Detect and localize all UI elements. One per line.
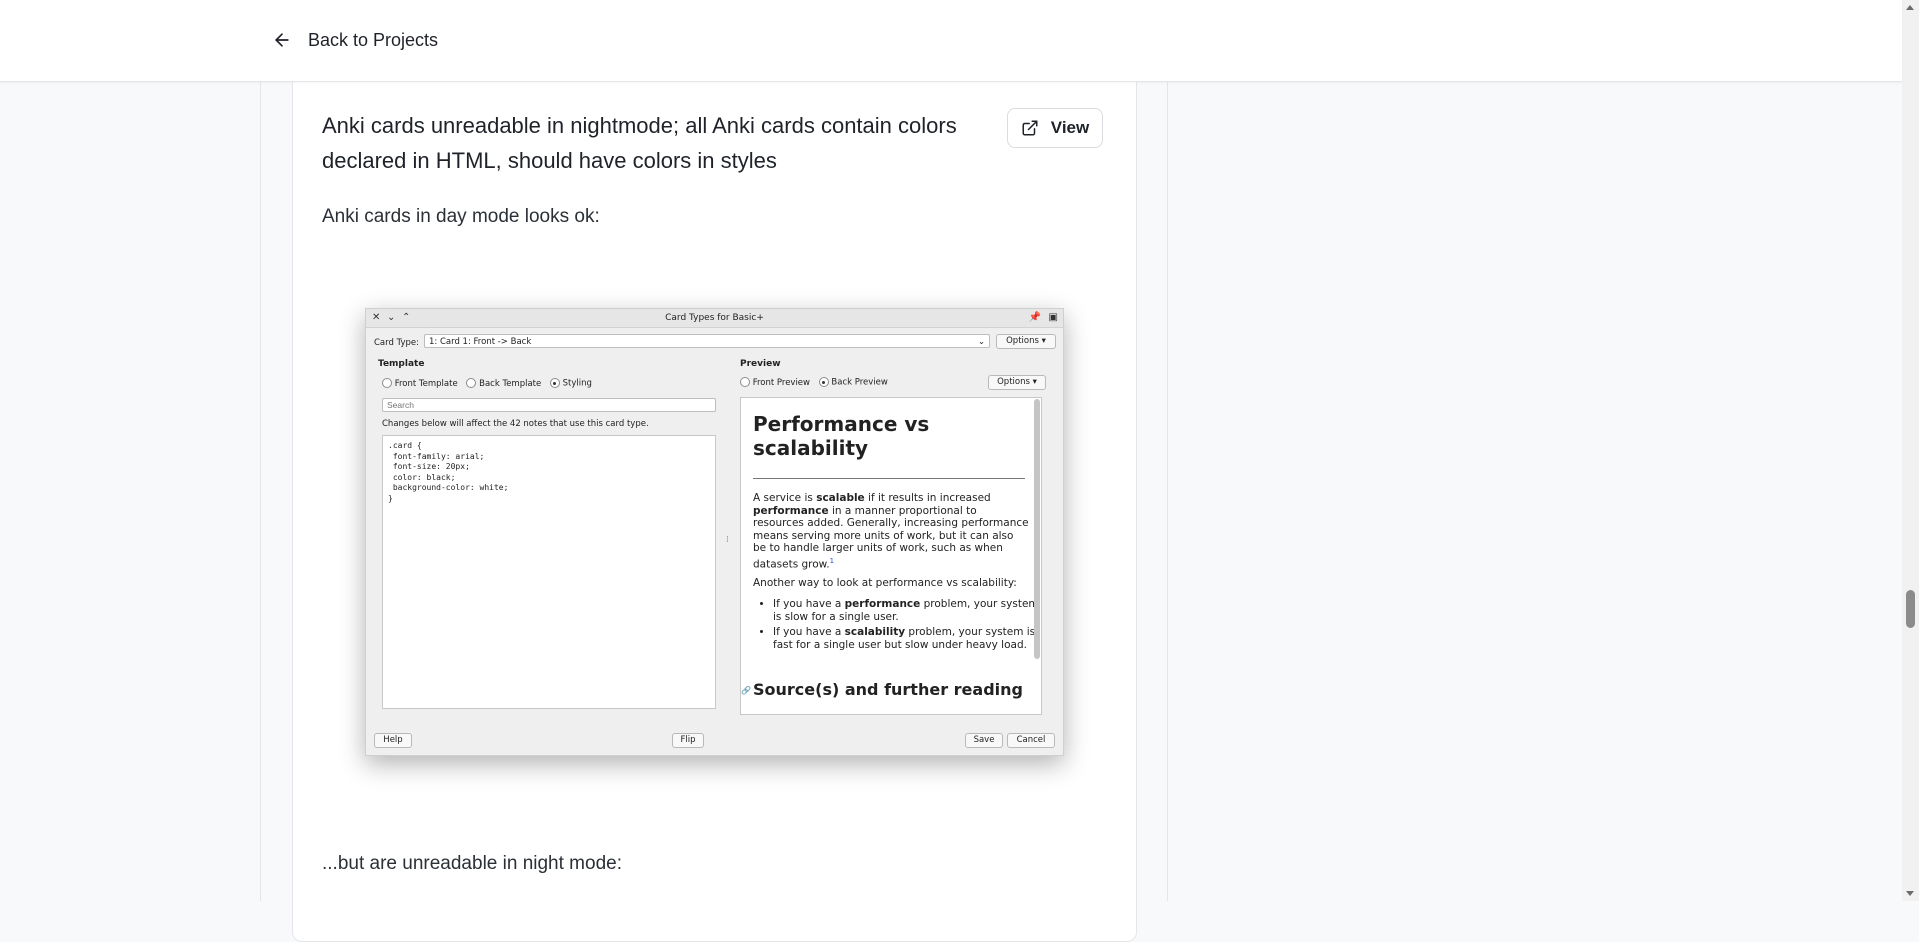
card-type-value: 1: Card 1: Front -> Back <box>429 337 532 347</box>
arrow-left-icon <box>275 33 289 47</box>
chevron-down-icon: ⌄ <box>977 337 985 347</box>
preview-paragraph-1: A service is scalable if it results in i… <box>753 492 1029 571</box>
window-title: Card Types for Basic+ <box>665 313 764 323</box>
scroll-down-icon[interactable] <box>1906 891 1914 896</box>
front-template-radio[interactable] <box>382 378 392 388</box>
css-editor[interactable]: .card { font-family: arial; font-size: 2… <box>382 435 716 709</box>
options-button-top[interactable]: Options ▾ <box>996 334 1056 349</box>
footnote-link[interactable]: 1 <box>830 557 834 565</box>
front-template-label: Front Template <box>394 378 458 389</box>
embedded-screenshot: ✕ ⌄ ⌃ Card Types for Basic+ 📌 ▣ Card Typ… <box>365 308 1064 756</box>
back-preview-label: Back Preview <box>831 377 888 388</box>
preview-heading: Preview <box>740 359 781 369</box>
flip-button[interactable]: Flip <box>672 733 704 748</box>
back-label: Back to Projects <box>308 29 439 50</box>
bold-text: performance <box>844 598 921 610</box>
changes-notice: Changes below will affect the 42 notes t… <box>382 419 649 429</box>
list-item: If you have a performance problem, your … <box>773 598 1041 623</box>
issue-title: Anki cards unreadable in nightmode; all … <box>322 113 957 173</box>
text: if it results in increased <box>864 492 991 504</box>
text: If you have a <box>773 626 845 638</box>
window-menu-icon: ▣ <box>1048 312 1058 323</box>
page-scrollbar[interactable] <box>1902 0 1919 901</box>
preview-heading-2: Source(s) and further reading <box>753 680 1023 699</box>
text: If you have a <box>773 598 845 610</box>
back-to-projects-button[interactable]: Back to Projects <box>272 22 438 58</box>
options-button-preview[interactable]: Options ▾ <box>988 375 1046 390</box>
scrollbar-thumb[interactable] <box>1906 590 1915 628</box>
link-icon: 🔗 <box>741 686 751 695</box>
front-preview-label: Front Preview <box>752 377 810 388</box>
bold-text: performance <box>753 504 829 517</box>
preview-paragraph-2: Another way to look at performance vs sc… <box>753 577 1017 589</box>
styling-label: Styling <box>562 378 592 389</box>
save-button[interactable]: Save <box>965 733 1003 748</box>
preview-title: Performance vs scalability <box>753 412 930 460</box>
preview-scrollbar[interactable] <box>1034 399 1040 659</box>
card-type-label: Card Type: <box>374 338 419 348</box>
view-label: View <box>1050 118 1090 137</box>
preview-list: If you have a performance problem, your … <box>753 598 1041 654</box>
back-template-label: Back Template <box>479 378 542 389</box>
preview-divider <box>753 478 1025 479</box>
list-item: If you have a scalability problem, your … <box>773 626 1041 651</box>
card-preview: Performance vs scalability A service is … <box>740 397 1042 715</box>
view-button[interactable]: View <box>1007 108 1103 148</box>
cancel-button[interactable]: Cancel <box>1007 733 1055 748</box>
preview-radio-group: Front Preview Back Preview <box>740 377 888 388</box>
intro-text: Anki cards in day mode looks ok: <box>322 206 600 227</box>
window-titlebar: ✕ ⌄ ⌃ Card Types for Basic+ 📌 ▣ <box>366 309 1063 328</box>
back-template-radio[interactable] <box>466 378 477 388</box>
template-heading: Template <box>378 359 425 369</box>
bold-text: scalable <box>816 492 865 504</box>
card-type-select[interactable]: 1: Card 1: Front -> Back ⌄ <box>424 334 990 348</box>
splitter-handle[interactable]: ⁞ <box>726 535 729 545</box>
search-input[interactable] <box>382 398 716 412</box>
front-preview-radio[interactable] <box>740 377 750 387</box>
help-button[interactable]: Help <box>374 733 412 748</box>
pin-icon: 📌 <box>1028 312 1041 323</box>
scroll-up-icon[interactable] <box>1906 5 1914 10</box>
bold-text: scalability <box>844 626 906 638</box>
outro-text: ...but are unreadable in night mode: <box>322 853 622 874</box>
text: A service is <box>753 492 817 504</box>
external-link-icon <box>1022 120 1038 136</box>
top-bar: Back to Projects <box>0 0 1902 82</box>
template-radio-group: Front Template Back Template Styling <box>382 378 592 389</box>
styling-radio[interactable] <box>549 378 560 388</box>
back-preview-radio[interactable] <box>818 377 829 387</box>
